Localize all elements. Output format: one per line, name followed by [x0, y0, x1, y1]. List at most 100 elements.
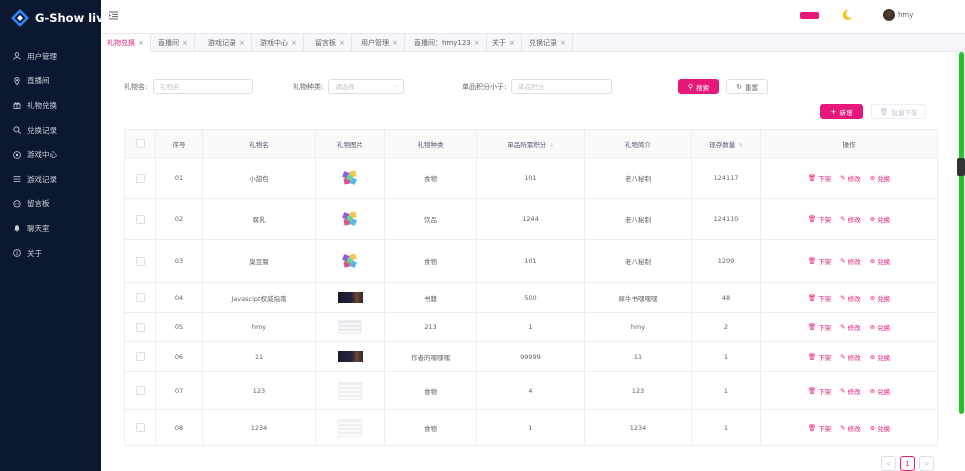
close-icon[interactable]: ×: [138, 39, 144, 47]
tab-item[interactable]: 用户管理 ×: [355, 34, 405, 52]
prev-page-button[interactable]: <: [881, 456, 896, 471]
select-all-checkbox[interactable]: [135, 139, 145, 148]
remove-label: 下架: [818, 387, 832, 396]
page-number-button[interactable]: 1: [900, 456, 915, 471]
remove-link[interactable]: 🗑 下架: [808, 293, 831, 303]
scrollbar-thumb[interactable]: [959, 52, 964, 414]
next-page-button[interactable]: >: [919, 456, 934, 471]
gift-image: [342, 253, 357, 268]
points-input[interactable]: [511, 79, 612, 94]
logo-icon: [11, 9, 29, 27]
row-checkbox[interactable]: [135, 256, 145, 266]
edit-link[interactable]: ✎ 修改: [840, 256, 860, 266]
remove-link[interactable]: 🗑 下架: [808, 214, 831, 224]
close-icon[interactable]: ×: [509, 39, 515, 47]
sidebar-item-gift[interactable]: 礼物兑换: [0, 93, 101, 118]
moon-icon[interactable]: [841, 9, 853, 21]
add-button[interactable]: + 新增: [820, 104, 863, 119]
edit-icon: ✎: [840, 257, 846, 265]
table-row: 05 hmy 213 1 hmy 2 🗑 下架 ✎ 修改 ⊛ 兑换: [124, 312, 938, 342]
tab-item[interactable]: 游戏中心 ×: [254, 34, 304, 52]
sidebar-item-user[interactable]: 用户管理: [0, 44, 101, 69]
remove-link[interactable]: 🗑 下架: [808, 423, 831, 433]
tab-item[interactable]: 直播间 ×: [152, 34, 195, 52]
menu-fold-icon[interactable]: [109, 11, 118, 20]
exchange-link[interactable]: ⊛ 兑换: [870, 214, 890, 224]
row-checkbox[interactable]: [135, 293, 145, 302]
edit-icon: ✎: [840, 174, 846, 182]
exchange-link[interactable]: ⊛ 兑换: [870, 386, 890, 396]
edit-link[interactable]: ✎ 修改: [840, 386, 860, 396]
user-menu[interactable]: hmy: [883, 9, 913, 21]
tab-item[interactable]: 留言板 ×: [309, 34, 352, 52]
tab-item[interactable]: 兑换记录 ×: [523, 34, 573, 52]
cell-points: 500: [476, 282, 585, 313]
edit-link[interactable]: ✎ 修改: [840, 352, 860, 362]
close-icon[interactable]: ×: [339, 39, 345, 47]
row-checkbox[interactable]: [135, 214, 145, 224]
gift-image: [342, 170, 357, 185]
header-points[interactable]: 单品所需积分 ⇕: [476, 129, 585, 158]
sidebar-item-info[interactable]: 关于: [0, 241, 101, 266]
cell-image: [315, 409, 385, 446]
theme-color-button[interactable]: [800, 12, 819, 19]
row-checkbox[interactable]: [135, 352, 145, 361]
tab-item[interactable]: 直播间：hmy123 ×: [408, 34, 487, 52]
sidebar-item-list[interactable]: 游戏记录: [0, 167, 101, 192]
sidebar-item-game[interactable]: 游戏中心: [0, 142, 101, 167]
close-icon[interactable]: ×: [560, 39, 566, 47]
sidebar-item-message[interactable]: 留言板: [0, 192, 101, 217]
row-checkbox[interactable]: [135, 423, 145, 432]
close-icon[interactable]: ×: [239, 39, 245, 47]
trash-icon: 🗑: [807, 386, 817, 395]
sidebar-item-bell[interactable]: 聊天室: [0, 216, 101, 241]
edit-link[interactable]: ✎ 修改: [840, 173, 860, 183]
close-icon[interactable]: ×: [392, 39, 398, 47]
reset-button[interactable]: ↻ 重置: [726, 79, 768, 94]
cell-ops: 🗑 下架 ✎ 修改 ⊛ 兑换: [760, 198, 938, 240]
sidebar-item-search[interactable]: 兑换记录: [0, 118, 101, 143]
sort-icon[interactable]: ⇕: [738, 143, 743, 149]
exchange-link[interactable]: ⊛ 兑换: [870, 423, 890, 433]
row-checkbox[interactable]: [135, 173, 145, 183]
exchange-link[interactable]: ⊛ 兑换: [870, 352, 890, 362]
close-icon[interactable]: ×: [474, 39, 480, 47]
trash-icon: 🗑: [807, 293, 817, 302]
remove-link[interactable]: 🗑 下架: [808, 352, 831, 362]
edit-link[interactable]: ✎ 修改: [840, 293, 860, 303]
edit-link[interactable]: ✎ 修改: [840, 214, 860, 224]
app-logo[interactable]: G-Show live: [11, 9, 111, 27]
header-stock[interactable]: 现存数量 ⇕: [691, 129, 761, 158]
edit-link[interactable]: ✎ 修改: [840, 423, 860, 433]
avatar: [883, 9, 895, 21]
trash-icon: 🗑: [807, 215, 817, 223]
batch-remove-button[interactable]: 🗑 批量下架: [871, 104, 926, 119]
close-icon[interactable]: ×: [291, 39, 297, 47]
exchange-link[interactable]: ⊛ 兑换: [870, 293, 890, 303]
row-checkbox[interactable]: [135, 322, 145, 332]
cell-name: 11: [202, 341, 316, 372]
scrollbar-handle[interactable]: [957, 158, 965, 176]
sidebar-item-location[interactable]: 直播间: [0, 69, 101, 94]
remove-link[interactable]: 🗑 下架: [808, 173, 831, 183]
exchange-link[interactable]: ⊛ 兑换: [870, 322, 890, 332]
sort-icon[interactable]: ⇕: [549, 143, 554, 149]
gift-name-input[interactable]: [153, 79, 253, 94]
remove-link[interactable]: 🗑 下架: [808, 386, 831, 396]
gift-type-select[interactable]: [328, 79, 404, 94]
tab-item[interactable]: 关于 ×: [486, 34, 522, 52]
exchange-link[interactable]: ⊛ 兑换: [870, 256, 890, 266]
tab-item[interactable]: 礼物兑换 ×: [101, 34, 151, 52]
remove-link[interactable]: 🗑 下架: [808, 322, 831, 332]
cell-name: hmy: [202, 312, 316, 342]
row-select-cell: [124, 157, 156, 199]
row-checkbox[interactable]: [135, 386, 145, 395]
tab-item[interactable]: 游戏记录 ×: [202, 34, 252, 52]
search-button[interactable]: ⚲ 搜索: [678, 79, 719, 94]
trash-icon: 🗑: [807, 352, 817, 361]
edit-label: 修改: [847, 216, 861, 224]
exchange-link[interactable]: ⊛ 兑换: [870, 173, 890, 183]
remove-link[interactable]: 🗑 下架: [808, 256, 831, 266]
edit-link[interactable]: ✎ 修改: [840, 322, 860, 332]
close-icon[interactable]: ×: [182, 39, 188, 47]
